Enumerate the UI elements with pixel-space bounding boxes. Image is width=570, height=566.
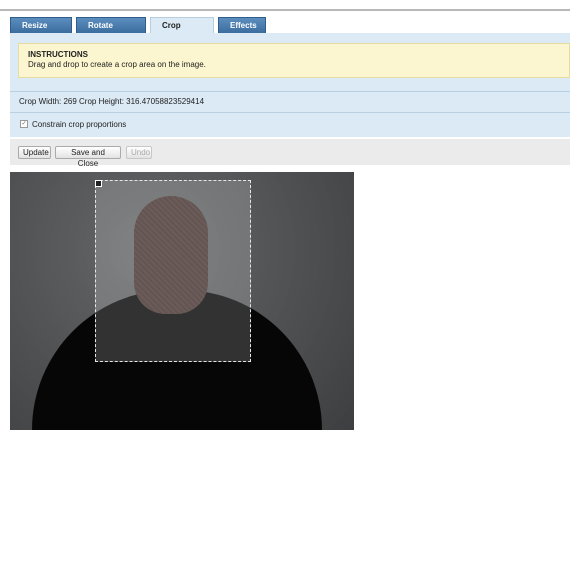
image-canvas[interactable] — [10, 172, 354, 430]
instructions-title: INSTRUCTIONS — [28, 50, 88, 59]
button-bar: Update Save and Close Undo — [10, 139, 570, 168]
constrain-row: ✓ Constrain crop proportions — [10, 113, 570, 137]
tab-rotate-image[interactable]: Rotate Image — [76, 17, 146, 46]
crop-handle-top-left[interactable] — [95, 180, 102, 187]
crop-dimensions: Crop Width: 269 Crop Height: 316.4705882… — [10, 91, 570, 113]
constrain-label[interactable]: Constrain crop proportions — [32, 120, 126, 129]
save-and-close-button[interactable]: Save and Close — [55, 146, 121, 168]
instructions-text: Drag and drop to create a crop area on t… — [28, 60, 206, 69]
undo-button[interactable]: Undo — [126, 146, 152, 159]
update-button[interactable]: Update — [18, 146, 51, 159]
constrain-checkbox[interactable]: ✓ — [20, 119, 28, 128]
tab-bar: Resize Image Rotate Image Crop Image Eff… — [10, 17, 266, 46]
instructions-box: INSTRUCTIONS Drag and drop to create a c… — [18, 43, 570, 78]
tab-crop-image[interactable]: Crop Image — [150, 17, 214, 46]
crop-selection[interactable] — [95, 180, 251, 362]
tab-resize-image[interactable]: Resize Image — [10, 17, 72, 46]
tab-effects[interactable]: Effects — [218, 17, 266, 33]
top-divider — [0, 9, 570, 11]
